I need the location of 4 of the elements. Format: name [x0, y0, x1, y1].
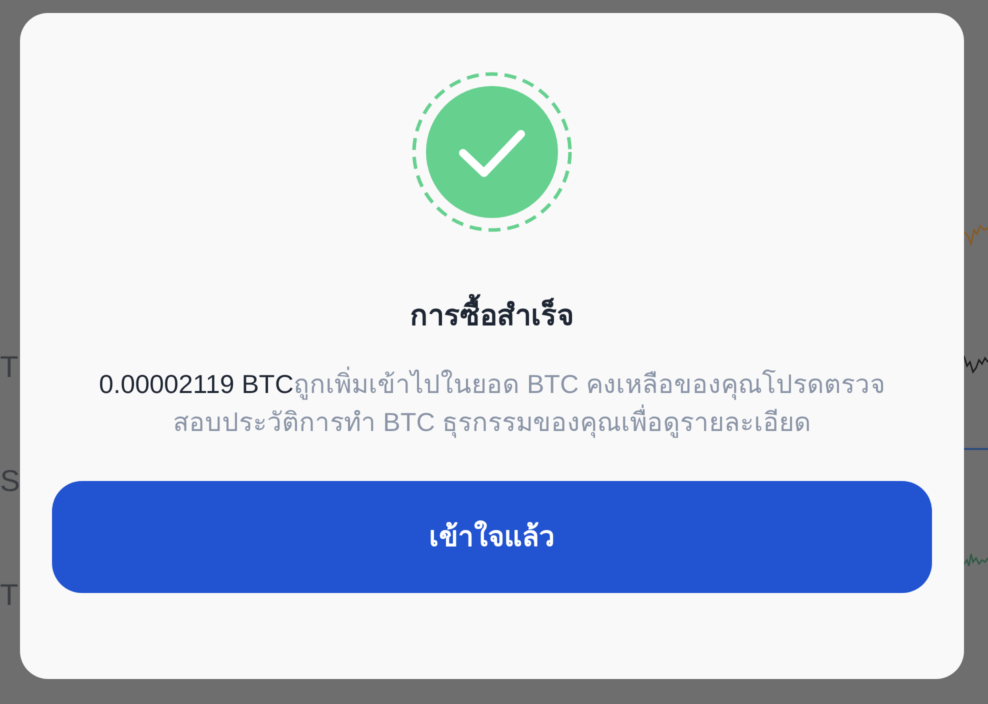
- confirm-button[interactable]: เข้าใจแล้ว: [52, 480, 932, 592]
- dialog-message: 0.00002119 BTCถูกเพิ่มเข้าไปในยอด BTC คงเหลือของคุณโปรดตรวจสอบประวัติการทำ BTC ธุรกรรมของคุณเพื่อดูรายละเอียด: [98, 366, 886, 440]
- dialog-title: การซื้อสำเร็จ: [410, 295, 574, 338]
- checkmark-icon: [411, 71, 573, 233]
